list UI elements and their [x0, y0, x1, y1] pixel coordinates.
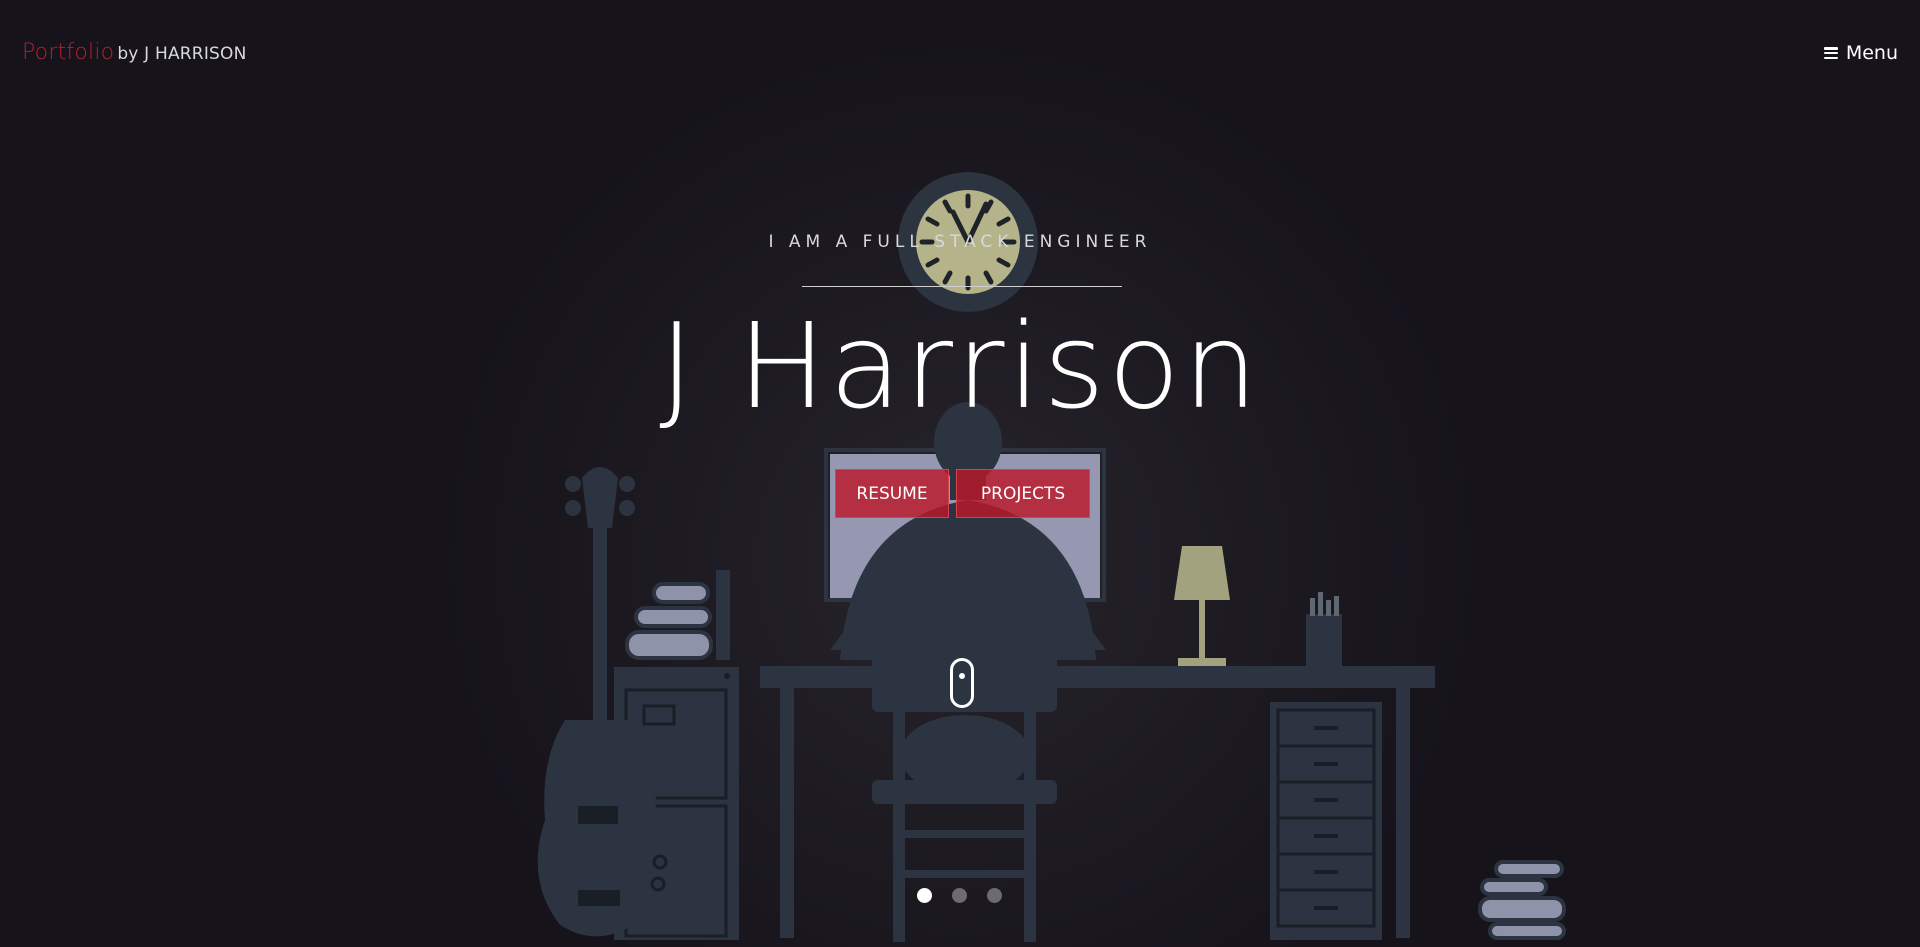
- mouse-wheel: [959, 673, 965, 679]
- desk-lamp: [1174, 546, 1230, 666]
- site-logo[interactable]: Portfolio by J HARRISON: [22, 40, 247, 65]
- carousel-dot-1[interactable]: [917, 888, 932, 903]
- projects-button[interactable]: PROJECTS: [956, 469, 1090, 518]
- carousel-dot-2[interactable]: [952, 888, 967, 903]
- brand-owner: by J HARRISON: [117, 44, 247, 64]
- book-stack-right: [1478, 860, 1566, 940]
- hero-name: J Harrison: [659, 297, 1261, 435]
- hero-actions: RESUME PROJECTS: [835, 469, 1090, 518]
- resume-button[interactable]: RESUME: [835, 469, 949, 518]
- subtitle-divider: [802, 286, 1122, 287]
- carousel-dot-3[interactable]: [987, 888, 1002, 903]
- pencil-holder: [1306, 592, 1342, 666]
- hamburger-icon: [1823, 47, 1838, 59]
- menu-label: Menu: [1845, 42, 1898, 64]
- mouse-scroll-icon[interactable]: [950, 658, 974, 708]
- brand-accent: Portfolio: [22, 40, 115, 65]
- desk-top: [760, 666, 1435, 688]
- carousel-indicators: [917, 888, 1002, 903]
- hero-section: Portfolio by J HARRISON Menu I AM A FULL …: [0, 0, 1920, 947]
- hero-subtitle: I AM A FULL STACK ENGINEER: [768, 232, 1152, 252]
- book-stack-left: [625, 570, 730, 660]
- drawer-cabinet: [1270, 702, 1382, 940]
- menu-button[interactable]: Menu: [1823, 42, 1898, 64]
